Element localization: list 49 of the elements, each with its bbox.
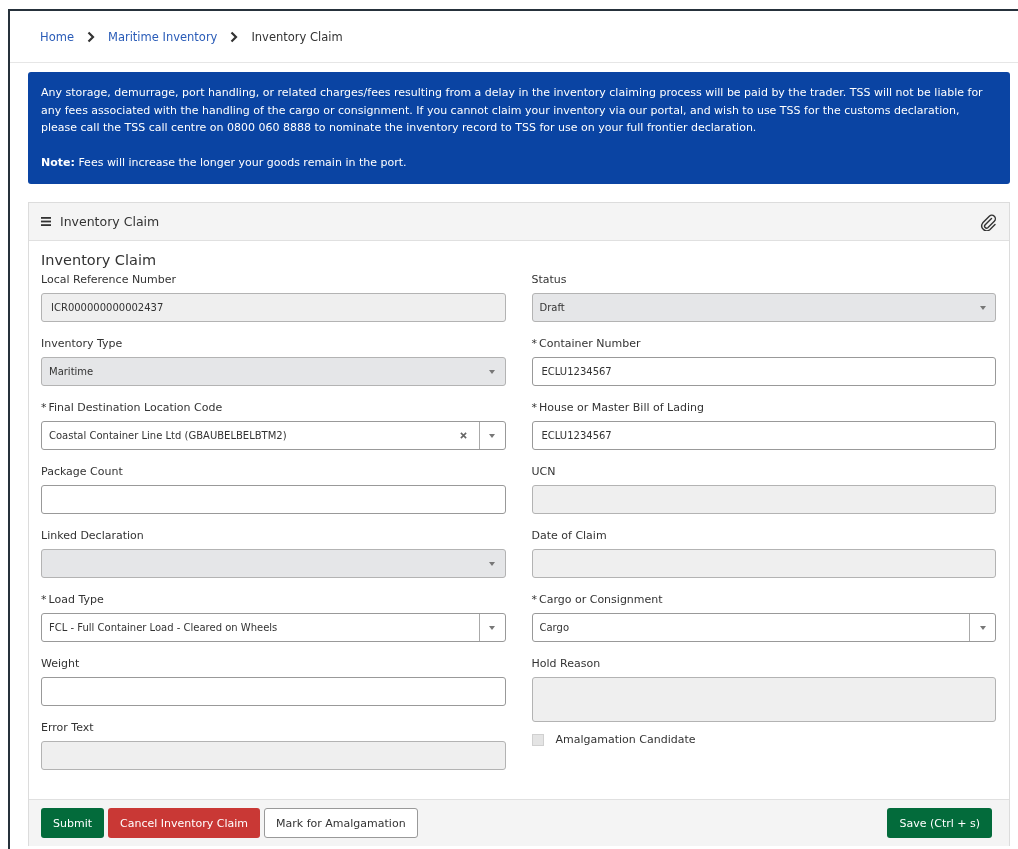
field-label: Final Destination Location Code [48, 401, 223, 414]
combo-box[interactable]: Coastal Container Line Ltd (GBAUBELBELBTM2) [41, 421, 506, 450]
field-label: Local Reference Number [41, 273, 177, 286]
caret-icon [979, 305, 986, 310]
field-label: Linked Declaration [41, 529, 144, 542]
field-label: Load Type [48, 593, 104, 606]
checkbox-label: Amalgamation Candidate [555, 733, 696, 746]
notice-text: Note: Fees will increase the longer your goods remain in the port. [41, 154, 408, 171]
field-label: Inventory Type [41, 337, 123, 350]
text-field[interactable]: ECLU1234567 [531, 421, 996, 450]
paperclip-icon[interactable] [979, 212, 997, 231]
field-label: Hold Reason [531, 657, 601, 670]
caret-icon [979, 625, 986, 630]
field-label: UCN [531, 465, 556, 478]
field-label: Weight [41, 657, 80, 670]
cancel-button[interactable]: Cancel Inventory Claim [108, 808, 261, 838]
caret-icon [489, 369, 495, 374]
required-mark: * [41, 401, 47, 414]
required-mark: * [41, 593, 47, 606]
field-label: Package Count [41, 465, 123, 478]
chevron-icon [230, 30, 239, 43]
action-button[interactable]: Mark for Amalgamation [264, 808, 418, 838]
panel-title: Inventory Claim [60, 214, 160, 229]
field-label: Cargo or Consignment [539, 593, 663, 606]
breadcrumb-link[interactable]: Maritime Inventory [107, 29, 218, 44]
caret-icon [489, 561, 495, 566]
dropdown[interactable]: Cargo [531, 613, 996, 642]
text-field[interactable] [41, 677, 506, 706]
breadcrumb-current: Inventory Claim [251, 29, 343, 44]
chevron-icon [86, 30, 95, 43]
field-label: Error Text [41, 721, 94, 734]
required-mark: * [531, 337, 537, 350]
field-label: Date of Claim [531, 529, 607, 542]
text-field[interactable]: ECLU1234567 [531, 357, 996, 386]
field-label: Status [531, 273, 567, 286]
field-label: House or Master Bill of Lading [539, 401, 704, 414]
caret-icon [489, 625, 495, 630]
action-button[interactable]: Submit [41, 808, 105, 838]
caret-icon [489, 433, 495, 438]
required-mark: * [531, 593, 537, 606]
field-label: Container Number [539, 337, 641, 350]
dropdown[interactable]: FCL - Full Container Load - Cleared on Wheels [41, 613, 506, 642]
text-field[interactable] [41, 485, 506, 514]
menu-icon[interactable] [41, 217, 51, 226]
breadcrumb-link[interactable]: Home [40, 29, 74, 44]
required-mark: * [531, 401, 537, 414]
form-title: Inventory Claim [41, 252, 158, 268]
notice-text: Any storage, demurrage, port handling, or related charges/fees resulting from a delay in the inventory claiming process will be paid by the trader. TSS will not be liable for any fees associated with the handling of the cargo or consignment. If you cannot claim your inventory via our portal, and wish to use TSS for the customs declaration, please call the TSS call centre on 0800 060 8888 to nominate the inventory record to TSS for use on your full frontier declaration. [41, 85, 984, 136]
action-button[interactable]: Save (Ctrl + s) [887, 808, 992, 838]
